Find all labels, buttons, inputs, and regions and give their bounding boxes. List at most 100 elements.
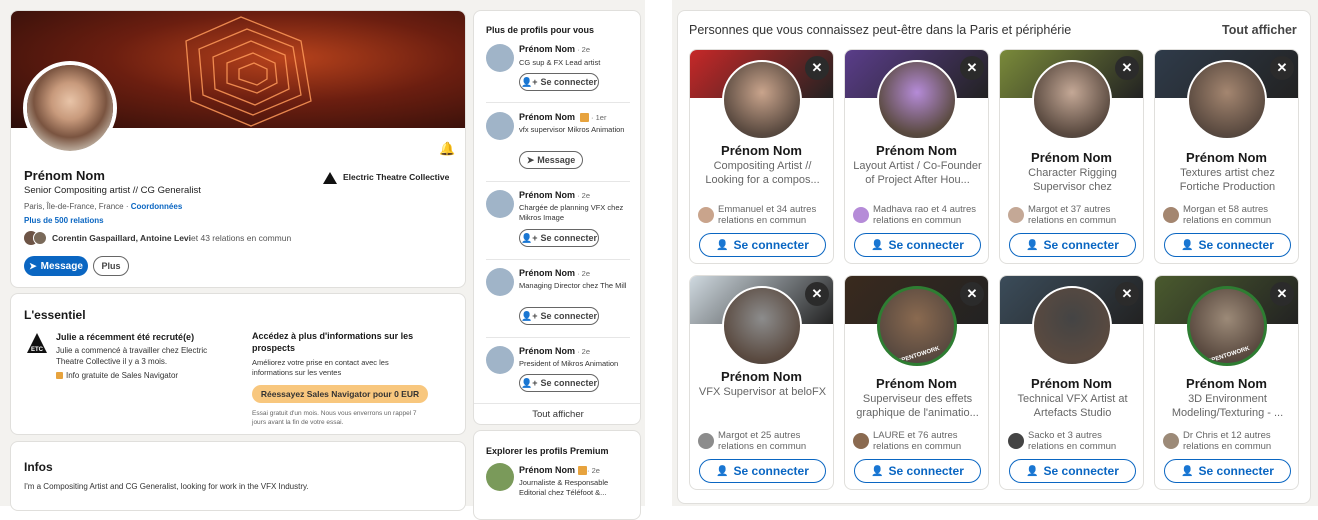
connect-button[interactable]: 👤 Se connecter	[1009, 459, 1136, 483]
pymk-profile-card[interactable]: #OPENTOWORK ✕ Prénom Nom 3D Environment Mod…	[1154, 275, 1299, 490]
mutual-avatar	[853, 433, 869, 449]
profile-avatar[interactable]	[23, 61, 117, 155]
connect-button[interactable]: 👤 Se connecter	[699, 459, 826, 483]
card-name[interactable]: Prénom Nom	[1155, 150, 1298, 165]
pymk-profile-card[interactable]: ✕ Prénom Nom Technical VFX Artist at Artef…	[999, 275, 1144, 490]
suggestion-degree: · 2e	[575, 191, 591, 200]
company-entry[interactable]: Electric Theatre Collective	[323, 171, 449, 184]
pymk-profile-card[interactable]: ✕ Prénom Nom Layout Artist / Co-Founder of…	[844, 49, 989, 264]
dismiss-icon[interactable]: ✕	[960, 282, 984, 306]
connections-link[interactable]: Plus de 500 relations	[24, 216, 104, 225]
contact-info-link[interactable]: Coordonnées	[131, 202, 183, 211]
mutual-text: Sacko et 3 autres relations en commun	[1028, 430, 1117, 452]
card-name[interactable]: Prénom Nom	[845, 376, 988, 391]
pymk-profile-card[interactable]: ✕ Prénom Nom VFX Supervisor at beloFX Margo…	[689, 275, 834, 490]
connect-button[interactable]: 👤 Se connecter	[699, 233, 826, 257]
suggestion-name-row[interactable]: Prénom Nom · 2e	[519, 268, 590, 278]
add-person-icon: 👤+	[521, 232, 538, 243]
bell-icon[interactable]: 🔔	[439, 141, 455, 157]
add-person-icon: 👤	[716, 465, 729, 477]
card-avatar[interactable]	[1187, 60, 1267, 140]
profile-card: 🔔 Prénom Nom Senior Compositing artist /…	[10, 10, 466, 288]
card-mutual-connections: Sacko et 3 autres relations en commun	[1008, 430, 1137, 456]
dismiss-icon[interactable]: ✕	[1270, 282, 1294, 306]
add-person-icon: 👤	[1026, 239, 1039, 251]
connect-button[interactable]: 👤 Se connecter	[1009, 233, 1136, 257]
premium-name-row[interactable]: Prénom Nom · 2e	[519, 465, 600, 475]
open-to-work-badge: #OPENTOWORK	[1203, 345, 1251, 366]
message-button[interactable]: ➤ Message	[24, 256, 88, 276]
add-person-icon: 👤+	[521, 377, 538, 388]
pymk-profile-card[interactable]: ✕ Prénom Nom Compositing Artist // Looking…	[689, 49, 834, 264]
mutual-text: Dr Chris et 12 autres relations en commu…	[1183, 430, 1272, 452]
card-mutual-connections: Margot et 25 autres relations en commun	[698, 430, 827, 456]
suggestion-headline: Chargée de planning VFX chez Mikros Imag…	[519, 203, 624, 222]
trial-note: Essai gratuit d'un mois. Nous vous enver…	[252, 410, 417, 426]
message-label: Message	[40, 260, 83, 272]
connect-button[interactable]: 👤+ Se connecter	[519, 229, 599, 247]
dismiss-icon[interactable]: ✕	[1270, 56, 1294, 80]
card-name[interactable]: Prénom Nom	[845, 143, 988, 158]
connect-button[interactable]: 👤+ Se connecter	[519, 73, 599, 91]
dismiss-icon[interactable]: ✕	[1115, 282, 1139, 306]
connect-button[interactable]: 👤 Se connecter	[1164, 459, 1291, 483]
message-suggestion-button[interactable]: ➤ Message	[519, 151, 583, 169]
card-headline: VFX Supervisor at beloFX	[698, 386, 827, 398]
card-name[interactable]: Prénom Nom	[1000, 150, 1143, 165]
card-avatar[interactable]: #OPENTOWORK	[1187, 286, 1267, 366]
profile-suggestion: Prénom Nom · 2e CG sup & FX Lead artist …	[474, 41, 640, 103]
pymk-profile-card[interactable]: #OPENTOWORK ✕ Prénom Nom Superviseur des ef…	[844, 275, 989, 490]
card-name[interactable]: Prénom Nom	[1155, 376, 1298, 391]
suggestion-name-row[interactable]: Prénom Nom · 1er	[519, 112, 606, 122]
suggestion-headline: CG sup & FX Lead artist	[519, 58, 601, 67]
connect-button[interactable]: 👤+ Se connecter	[519, 374, 599, 392]
card-avatar[interactable]: #OPENTOWORK	[877, 286, 957, 366]
pymk-profile-card[interactable]: ✕ Prénom Nom Textures artist chez Fortiche…	[1154, 49, 1299, 264]
card-avatar[interactable]	[1032, 60, 1112, 140]
card-avatar[interactable]	[877, 60, 957, 140]
more-profiles-card: Plus de profils pour vous Prénom Nom · 2…	[473, 10, 641, 425]
dismiss-icon[interactable]: ✕	[1115, 56, 1139, 80]
premium-avatar[interactable]	[486, 463, 514, 491]
mutual-text: Margot et 37 autres relations en commun	[1028, 204, 1117, 226]
show-all-profiles-link[interactable]: Tout afficher	[474, 409, 640, 420]
mutual-connections[interactable]: Corentin Gaspaillard, Antoine Levi et 43…	[24, 231, 291, 245]
retry-sales-navigator-button[interactable]: Réessayez Sales Navigator pour 0 EUR	[252, 385, 428, 403]
card-avatar[interactable]	[722, 286, 802, 366]
suggestion-avatar[interactable]	[486, 346, 514, 374]
mutual-avatar	[698, 433, 714, 449]
more-profiles-title: Plus de profils pour vous	[486, 25, 595, 35]
connect-button[interactable]: 👤 Se connecter	[854, 459, 981, 483]
dismiss-icon[interactable]: ✕	[805, 56, 829, 80]
suggestion-avatar[interactable]	[486, 190, 514, 218]
suggestion-avatar[interactable]	[486, 268, 514, 296]
pymk-profile-card[interactable]: ✕ Prénom Nom Character Rigging Supervisor …	[999, 49, 1144, 264]
premium-profiles-card: Explorer les profils Premium Prénom Nom …	[473, 430, 641, 520]
card-headline: 3D Environment Modeling/Texturing - ...	[1171, 393, 1284, 419]
open-to-work-badge: #OPENTOWORK	[893, 345, 941, 366]
card-name[interactable]: Prénom Nom	[1000, 376, 1143, 391]
mutual-names: Corentin Gaspaillard, Antoine Levi	[52, 233, 192, 243]
more-button[interactable]: Plus	[93, 256, 129, 276]
suggestion-avatar[interactable]	[486, 112, 514, 140]
card-name[interactable]: Prénom Nom	[690, 143, 833, 158]
card-avatar[interactable]	[722, 60, 802, 140]
card-avatar[interactable]	[1032, 286, 1112, 366]
connect-label: Se connecter	[540, 311, 597, 321]
suggestion-name-row[interactable]: Prénom Nom · 2e	[519, 346, 590, 356]
mutual-avatar	[1008, 207, 1024, 223]
suggestion-name-row[interactable]: Prénom Nom · 2e	[519, 190, 590, 200]
suggestion-headline: vfx supervisor Mikros Animation	[519, 125, 625, 134]
connect-button[interactable]: 👤+ Se connecter	[519, 307, 599, 325]
connect-button[interactable]: 👤 Se connecter	[854, 233, 981, 257]
suggestion-avatar[interactable]	[486, 44, 514, 72]
dismiss-icon[interactable]: ✕	[805, 282, 829, 306]
connect-button[interactable]: 👤 Se connecter	[1164, 233, 1291, 257]
mutual-rest: et 43 relations en commun	[191, 233, 292, 243]
card-name[interactable]: Prénom Nom	[690, 369, 833, 384]
location-text: Paris, Île-de-France, France	[24, 202, 124, 211]
suggestion-name-row[interactable]: Prénom Nom · 2e	[519, 44, 590, 54]
about-title: Infos	[24, 460, 53, 474]
connect-label: Se connecter	[540, 77, 597, 87]
dismiss-icon[interactable]: ✕	[960, 56, 984, 80]
